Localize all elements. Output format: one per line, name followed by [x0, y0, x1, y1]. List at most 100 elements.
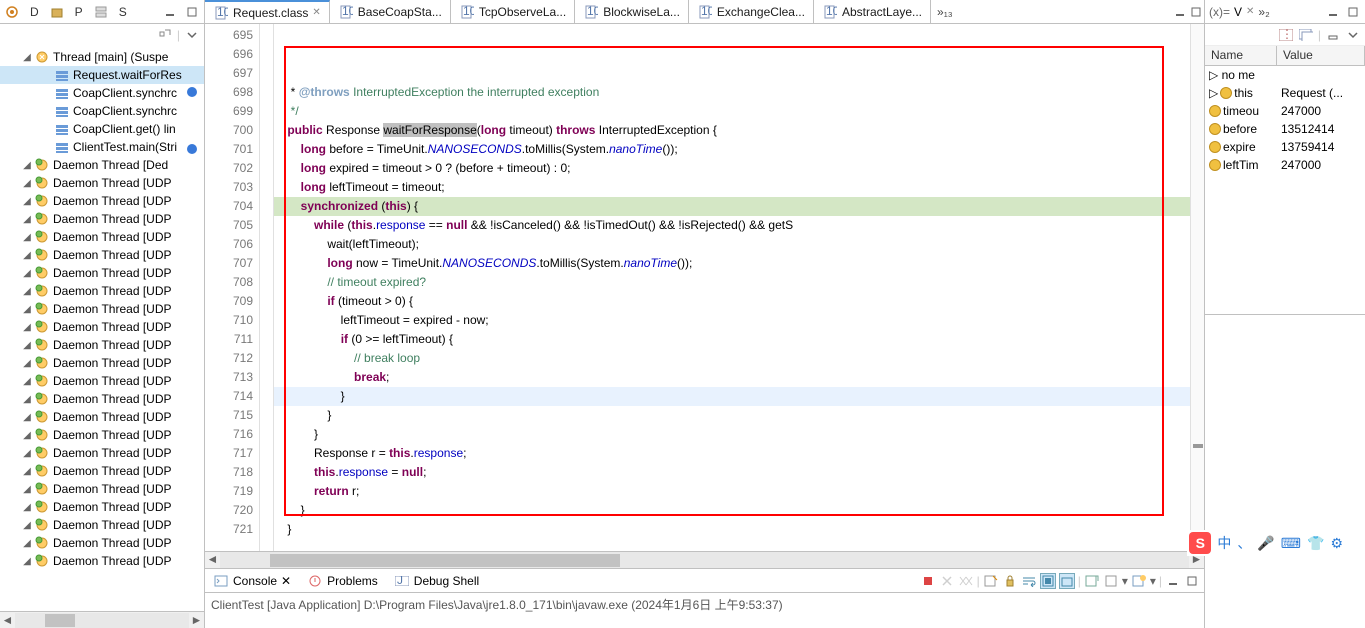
more-views[interactable]: »₂	[1258, 5, 1269, 19]
view-menu-icon[interactable]	[184, 27, 200, 43]
variable-detail-pane[interactable]	[1205, 314, 1365, 628]
variable-row[interactable]: ▷ no me	[1205, 66, 1365, 84]
tree-row[interactable]: ◢Daemon Thread [Ded	[0, 156, 204, 174]
tab-console[interactable]: Console ✕	[209, 571, 295, 591]
variable-row[interactable]: timeou247000	[1205, 102, 1365, 120]
tree-row[interactable]: CoapClient.synchrc	[0, 84, 204, 102]
tree-row[interactable]: ◢Daemon Thread [UDP	[0, 174, 204, 192]
maximize-icon[interactable]	[1188, 4, 1204, 20]
tree-row[interactable]: ◢Daemon Thread [UDP	[0, 426, 204, 444]
ime-settings-icon[interactable]: ⚙	[1330, 535, 1343, 552]
tree-row[interactable]: ◢Daemon Thread [UDP	[0, 480, 204, 498]
tree-row[interactable]: ◢Daemon Thread [UDP	[0, 246, 204, 264]
maximize-icon[interactable]	[1345, 4, 1361, 20]
tab-variables[interactable]: V	[1234, 5, 1242, 19]
editor-tab[interactable]: 101AbstractLaye...	[814, 0, 931, 23]
tree-row[interactable]: ◢Daemon Thread [UDP	[0, 336, 204, 354]
minimize-icon[interactable]	[1325, 4, 1341, 20]
col-name[interactable]: Name	[1205, 46, 1277, 65]
tab-p[interactable]: P	[71, 3, 87, 21]
remove-all-icon[interactable]	[958, 573, 974, 589]
pin-console-icon[interactable]	[1040, 573, 1056, 589]
tree-row[interactable]: ◢Daemon Thread [UDP	[0, 516, 204, 534]
code-editor[interactable]: * @throws InterruptedException the inter…	[274, 24, 1190, 551]
maximize-icon[interactable]	[1184, 573, 1200, 589]
tree-row[interactable]: ◢Daemon Thread [UDP	[0, 192, 204, 210]
overview-ruler[interactable]	[1190, 24, 1204, 551]
tree-row[interactable]: ◢Daemon Thread [UDP	[0, 300, 204, 318]
fold-bar[interactable]	[260, 24, 274, 551]
variable-row[interactable]: leftTim247000	[1205, 156, 1365, 174]
tree-row[interactable]: Request.waitForRes	[0, 66, 204, 84]
minimize-icon[interactable]	[1172, 4, 1188, 20]
ime-glyph[interactable]: 、	[1237, 533, 1251, 553]
tree-row[interactable]: ◢Daemon Thread [UDP	[0, 444, 204, 462]
show-type-icon[interactable]: ⋮≡	[1278, 27, 1294, 43]
tree-row[interactable]: ◢Daemon Thread [UDP	[0, 390, 204, 408]
dropdown-icon[interactable]: ▾	[1122, 574, 1128, 588]
ime-glyph[interactable]: 中	[1217, 533, 1231, 553]
editor-tab[interactable]: 101TcpObserveLa...	[451, 0, 575, 23]
col-value[interactable]: Value	[1277, 46, 1365, 65]
tree-row[interactable]: ◢Daemon Thread [UDP	[0, 318, 204, 336]
word-wrap-icon[interactable]	[1021, 573, 1037, 589]
ime-keyboard-icon[interactable]: ⌨	[1281, 535, 1301, 552]
tab-d[interactable]: D	[26, 3, 43, 21]
dropdown-icon[interactable]: ▾	[1150, 574, 1156, 588]
open-console-icon[interactable]	[1084, 573, 1100, 589]
tree-row[interactable]: ◢Daemon Thread [UDP	[0, 354, 204, 372]
debug-tree[interactable]: ◢Thread [main] (SuspeRequest.waitForResC…	[0, 46, 204, 611]
close-icon[interactable]: ✕	[1246, 6, 1254, 17]
tree-row[interactable]: ◢Daemon Thread [UDP	[0, 498, 204, 516]
tree-row[interactable]: ClientTest.main(Stri	[0, 138, 204, 156]
close-icon[interactable]: ✕	[281, 574, 291, 588]
collapse-all-icon[interactable]	[157, 27, 173, 43]
tree-row[interactable]: CoapClient.get() lin	[0, 120, 204, 138]
scroll-lock-icon[interactable]	[1002, 573, 1018, 589]
terminate-icon[interactable]	[920, 573, 936, 589]
more-tabs[interactable]: »₁₃	[931, 5, 959, 19]
collapse-all-icon[interactable]	[1298, 27, 1314, 43]
tree-row[interactable]: ◢Thread [main] (Suspe	[0, 48, 204, 66]
tree-row[interactable]: ◢Daemon Thread [UDP	[0, 264, 204, 282]
view-menu-icon[interactable]	[1345, 27, 1361, 43]
variable-row[interactable]: ▷ thisRequest (...	[1205, 84, 1365, 102]
editor-tab[interactable]: 101Request.class✕	[205, 0, 330, 23]
editor-hscroll[interactable]: ◄ ►	[205, 551, 1204, 568]
remove-launch-icon[interactable]	[939, 573, 955, 589]
maximize-icon[interactable]	[184, 4, 200, 20]
ime-skin-icon[interactable]: 👕	[1307, 535, 1324, 552]
tab-debug-shell[interactable]: J Debug Shell	[390, 571, 483, 591]
tree-row[interactable]: CoapClient.synchrc	[0, 102, 204, 120]
left-hscroll[interactable]: ◄ ►	[0, 611, 204, 628]
tree-row[interactable]: ◢Daemon Thread [UDP	[0, 228, 204, 246]
tree-row[interactable]: ◢Daemon Thread [UDP	[0, 462, 204, 480]
ime-logo-icon[interactable]: S	[1189, 532, 1211, 554]
tab-s[interactable]: S	[115, 3, 131, 21]
tree-row[interactable]: ◢Daemon Thread [UDP	[0, 552, 204, 570]
minimize-icon[interactable]	[1165, 573, 1181, 589]
show-console-icon[interactable]	[1059, 573, 1075, 589]
ime-bar[interactable]: S 中 、 🎤 ⌨ 👕 ⚙	[1187, 530, 1345, 556]
new-console-icon[interactable]	[1131, 573, 1147, 589]
tree-row[interactable]: ◢Daemon Thread [UDP	[0, 210, 204, 228]
tree-row[interactable]: ◢Daemon Thread [UDP	[0, 372, 204, 390]
variable-row[interactable]: before13512414	[1205, 120, 1365, 138]
minimize2-icon[interactable]	[1325, 27, 1341, 43]
editor-tab[interactable]: 101BaseCoapSta...	[330, 0, 451, 23]
display-selected-icon[interactable]	[1103, 573, 1119, 589]
tab-problems[interactable]: Problems	[303, 571, 382, 591]
editor-tab[interactable]: 101ExchangeClea...	[689, 0, 814, 23]
line-gutter[interactable]: 6956966976986997007017027037047057067077…	[205, 24, 260, 551]
variable-row[interactable]: expire13759414	[1205, 138, 1365, 156]
svg-text:J: J	[397, 576, 403, 586]
close-icon[interactable]: ✕	[312, 7, 320, 18]
clear-console-icon[interactable]	[983, 573, 999, 589]
tree-row[interactable]: ◢Daemon Thread [UDP	[0, 534, 204, 552]
tree-row[interactable]: ◢Daemon Thread [UDP	[0, 282, 204, 300]
editor-tab[interactable]: 101BlockwiseLa...	[575, 0, 689, 23]
variables-rows[interactable]: ▷ no me▷ thisRequest (... timeou247000 b…	[1205, 66, 1365, 174]
ime-mic-icon[interactable]: 🎤	[1257, 535, 1274, 552]
tree-row[interactable]: ◢Daemon Thread [UDP	[0, 408, 204, 426]
minimize-icon[interactable]	[162, 4, 178, 20]
